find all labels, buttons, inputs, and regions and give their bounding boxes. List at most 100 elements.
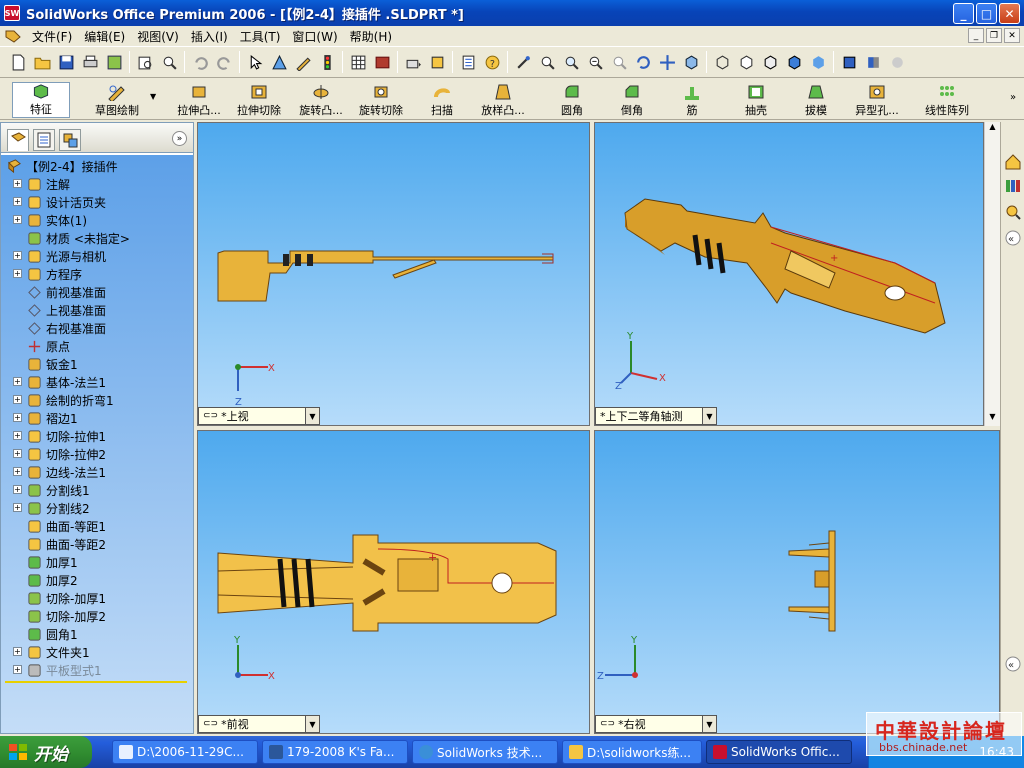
- tree-item[interactable]: 曲面-等距1: [27, 517, 106, 535]
- viewport-top-dropdown-icon[interactable]: ▼: [305, 408, 319, 424]
- home-icon[interactable]: [1003, 152, 1023, 172]
- wireframe-icon[interactable]: [711, 51, 733, 73]
- solidworks-app-icon[interactable]: SW: [4, 5, 20, 21]
- tree-item[interactable]: 材质 <未指定>: [27, 229, 130, 247]
- print-preview-icon[interactable]: [134, 51, 156, 73]
- hole-wizard-button[interactable]: 异型孔...: [850, 80, 904, 118]
- collapse-panel-button[interactable]: »: [172, 131, 187, 146]
- expand-plus-icon[interactable]: +: [13, 377, 22, 386]
- viewport-front[interactable]: + Y X ⊂⊃ *前视 ▼: [197, 430, 590, 734]
- tree-item[interactable]: + 注解: [13, 175, 70, 193]
- hidden-lines-visible-icon[interactable]: [735, 51, 757, 73]
- tree-item[interactable]: 曲面-等距2: [27, 535, 106, 553]
- linear-pattern-button[interactable]: 线性阵列: [920, 80, 974, 118]
- tree-item[interactable]: 切除-加厚1: [27, 589, 106, 607]
- grid-icon[interactable]: [347, 51, 369, 73]
- realview-icon[interactable]: [886, 51, 908, 73]
- tree-item[interactable]: + 边线-法兰1: [13, 463, 106, 481]
- zoom-selection-icon[interactable]: [608, 51, 630, 73]
- fillet-button[interactable]: 圆角: [556, 80, 588, 118]
- sweep-button[interactable]: 扫描: [424, 80, 460, 118]
- start-button[interactable]: 开始: [0, 736, 92, 768]
- zoom-page-icon[interactable]: [158, 51, 180, 73]
- tree-item[interactable]: 原点: [27, 337, 70, 355]
- tree-item[interactable]: 加厚2: [27, 571, 78, 589]
- viewport-top-label[interactable]: ⊂⊃ *上视 ▼: [198, 407, 320, 425]
- expand-plus-icon[interactable]: +: [13, 647, 22, 656]
- tree-item[interactable]: 上视基准面: [27, 301, 106, 319]
- pan-icon[interactable]: [656, 51, 678, 73]
- viewport-isometric-label[interactable]: *上下二等角轴测 ▼: [595, 407, 717, 425]
- new-icon[interactable]: [7, 51, 29, 73]
- rotate-view-icon[interactable]: [632, 51, 654, 73]
- traffic-light-icon[interactable]: [316, 51, 338, 73]
- open-icon[interactable]: [31, 51, 53, 73]
- expand-plus-icon[interactable]: +: [13, 251, 22, 260]
- feature-manager-tab[interactable]: [7, 129, 29, 151]
- rebuild-icon[interactable]: [426, 51, 448, 73]
- shell-button[interactable]: 抽壳: [740, 80, 772, 118]
- shadows-icon[interactable]: [838, 51, 860, 73]
- print-icon[interactable]: [79, 51, 101, 73]
- minimize-button[interactable]: _: [953, 3, 974, 24]
- extruded-cut-button[interactable]: 拉伸切除: [232, 80, 286, 118]
- features-dropdown-arrow[interactable]: ▼: [150, 92, 156, 101]
- section-view-icon[interactable]: [862, 51, 884, 73]
- tree-item[interactable]: + 分割线2: [13, 499, 90, 517]
- zoom-area-icon[interactable]: [560, 51, 582, 73]
- solidworks-menu-icon[interactable]: [4, 28, 22, 44]
- options-icon[interactable]: [402, 51, 424, 73]
- expand-plus-icon[interactable]: +: [13, 665, 22, 674]
- sketch-button[interactable]: 草图绘制: [84, 80, 150, 118]
- tree-item[interactable]: 右视基准面: [27, 319, 106, 337]
- tree-item[interactable]: + 实体(1): [13, 211, 87, 229]
- viewport-scrollbar[interactable]: ▲ ▼: [984, 122, 1000, 426]
- menu-help[interactable]: 帮助(H): [344, 28, 398, 45]
- taskbar-item-explorer-1[interactable]: D:\2006-11-29C...: [112, 740, 258, 764]
- publish-icon[interactable]: [103, 51, 125, 73]
- toolbar-overflow-icon[interactable]: »: [1010, 92, 1016, 103]
- expand-plus-icon[interactable]: +: [13, 215, 22, 224]
- rib-button[interactable]: 筋: [680, 80, 704, 118]
- loft-button[interactable]: 放样凸...: [474, 80, 532, 118]
- hidden-lines-removed-icon[interactable]: [759, 51, 781, 73]
- select-icon[interactable]: [244, 51, 266, 73]
- taskbar-item-explorer-2[interactable]: D:\solidworks练...: [562, 740, 702, 764]
- tree-root[interactable]: 【例2-4】接插件: [7, 157, 118, 175]
- menu-window[interactable]: 窗口(W): [286, 28, 343, 45]
- tree-item[interactable]: + 设计活页夹: [13, 193, 106, 211]
- maximize-button[interactable]: □: [976, 3, 997, 24]
- scroll-down-icon[interactable]: ▼: [985, 412, 1000, 426]
- tree-item[interactable]: + 褶边1: [13, 409, 78, 427]
- tree-item[interactable]: + 切除-拉伸2: [13, 445, 106, 463]
- chamfer-button[interactable]: 倒角: [616, 80, 648, 118]
- zoom-to-fit-icon[interactable]: [536, 51, 558, 73]
- tree-item[interactable]: 圆角1: [27, 625, 78, 643]
- menu-edit[interactable]: 编辑(E): [78, 28, 131, 45]
- revolved-boss-button[interactable]: 旋转凸...: [294, 80, 348, 118]
- tree-item[interactable]: + 分割线1: [13, 481, 90, 499]
- menu-tools[interactable]: 工具(T): [234, 28, 287, 45]
- doc-restore-button[interactable]: ❐: [986, 28, 1002, 43]
- features-tab-button[interactable]: 特征: [12, 82, 70, 118]
- view-orientation-icon[interactable]: [512, 51, 534, 73]
- shaded-icon[interactable]: [807, 51, 829, 73]
- redo-icon[interactable]: [213, 51, 235, 73]
- viewport-isometric-dropdown-icon[interactable]: ▼: [702, 408, 716, 424]
- expand-plus-icon[interactable]: +: [13, 449, 22, 458]
- tree-item[interactable]: + 切除-拉伸1: [13, 427, 106, 445]
- tree-item[interactable]: 前视基准面: [27, 283, 106, 301]
- expand-plus-icon[interactable]: +: [13, 395, 22, 404]
- viewport-top[interactable]: X Z ⊂⊃ *上视 ▼: [197, 122, 590, 426]
- design-library-icon[interactable]: [1003, 176, 1023, 196]
- expand-plus-icon[interactable]: +: [13, 431, 22, 440]
- menu-file[interactable]: 文件(F): [26, 28, 78, 45]
- sketch-icon[interactable]: [292, 51, 314, 73]
- menu-view[interactable]: 视图(V): [131, 28, 185, 45]
- undo-icon[interactable]: [189, 51, 211, 73]
- file-explorer-icon[interactable]: [1003, 202, 1023, 222]
- tree-item[interactable]: + 绘制的折弯1: [13, 391, 114, 409]
- scroll-up-icon[interactable]: ▲: [985, 122, 1000, 136]
- tree-item[interactable]: 钣金1: [27, 355, 78, 373]
- viewport-right-dropdown-icon[interactable]: ▼: [702, 716, 716, 732]
